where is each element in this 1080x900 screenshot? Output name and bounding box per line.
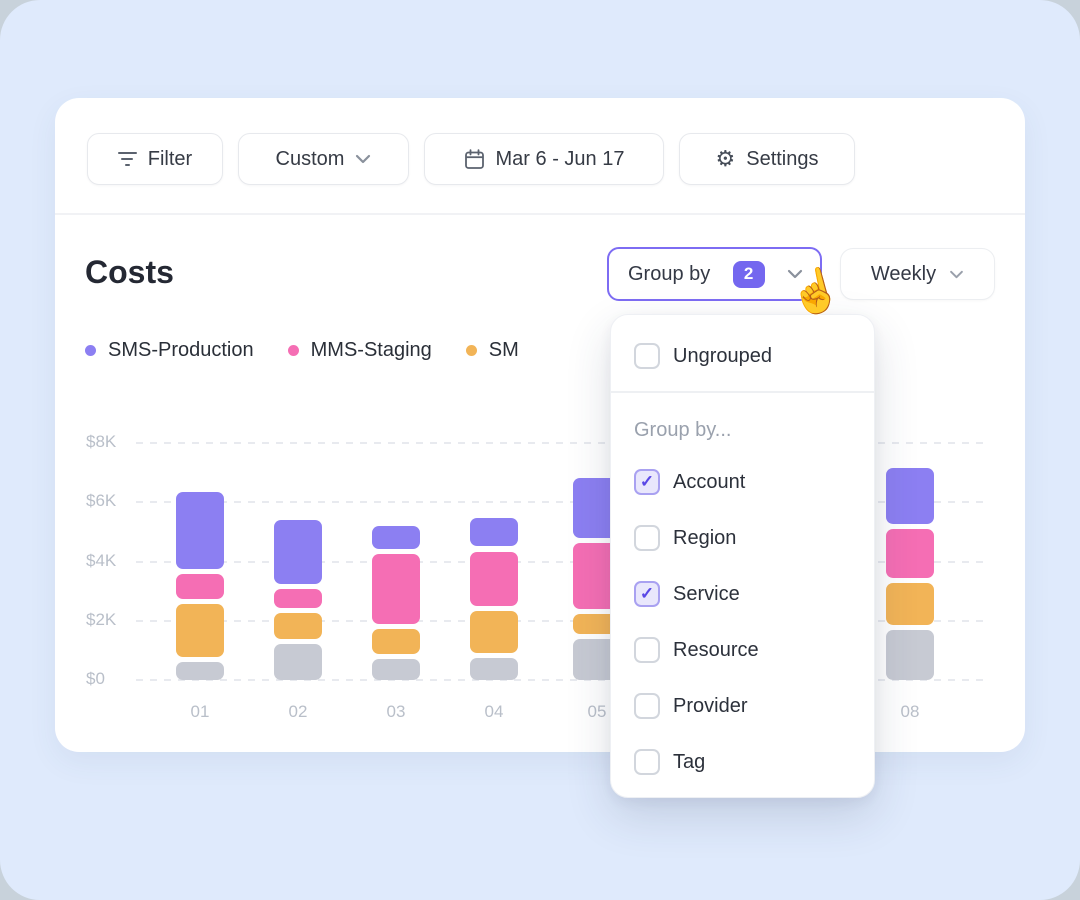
dropdown-item-service[interactable]: ✓ Service (611, 580, 874, 608)
date-range-button[interactable]: Mar 6 - Jun 17 (424, 133, 664, 185)
calendar-icon (464, 149, 485, 170)
resource-checkbox[interactable] (634, 637, 660, 663)
bar-segment-02-gray[interactable] (274, 644, 322, 680)
dropdown-item-provider[interactable]: Provider (611, 692, 874, 720)
provider-checkbox[interactable] (634, 693, 660, 719)
bar-segment-03-gray[interactable] (372, 659, 420, 680)
x-axis-label: 03 (366, 702, 426, 722)
legend-item-0[interactable]: SMS-Production (85, 339, 254, 362)
date-range-label: Mar 6 - Jun 17 (496, 148, 625, 171)
bar-segment-08-purple[interactable] (886, 468, 934, 524)
dropdown-item-ungrouped[interactable]: Ungrouped (611, 342, 874, 370)
filter-button[interactable]: Filter (87, 133, 223, 185)
legend-dot (288, 345, 299, 356)
interval-select-button[interactable]: Weekly (840, 248, 995, 300)
filter-lines-icon (118, 152, 137, 167)
dropdown-item-label: Account (673, 468, 745, 496)
toolbar-divider (55, 213, 1025, 215)
bar-segment-08-gray[interactable] (886, 630, 934, 680)
interval-label: Weekly (871, 263, 936, 286)
x-axis-label: 08 (880, 702, 940, 722)
app-background: Filter Custom Mar 6 - Jun 17 ⚙ Settings … (0, 0, 1080, 900)
bar-segment-08-orange[interactable] (886, 583, 934, 624)
group-by-button-label: Group by (628, 263, 710, 286)
bar-segment-03-pink[interactable] (372, 554, 420, 624)
bar-segment-04-purple[interactable] (470, 518, 518, 546)
dropdown-item-tag[interactable]: Tag (611, 748, 874, 776)
settings-button-label: Settings (746, 148, 818, 171)
y-axis-label: $2K (86, 610, 132, 630)
bar-segment-01-pink[interactable] (176, 574, 224, 599)
legend-label: SMS-Production (108, 339, 254, 362)
group-by-dropdown: Ungrouped Group by... ✓ Account Region ✓ Ser… (610, 314, 875, 798)
bar-segment-04-pink[interactable] (470, 552, 518, 607)
bar-segment-03-orange[interactable] (372, 629, 420, 654)
tag-checkbox[interactable] (634, 749, 660, 775)
dropdown-item-label: Resource (673, 636, 759, 664)
settings-button[interactable]: ⚙ Settings (679, 133, 855, 185)
y-axis-label: $8K (86, 432, 132, 452)
service-checkbox[interactable]: ✓ (634, 581, 660, 607)
dropdown-item-resource[interactable]: Resource (611, 636, 874, 664)
y-axis-label: $4K (86, 551, 132, 571)
ungrouped-label: Ungrouped (673, 342, 772, 370)
dropdown-divider (611, 391, 874, 393)
legend-item-2[interactable]: SM (466, 339, 519, 362)
legend-item-1[interactable]: MMS-Staging (288, 339, 432, 362)
x-axis-label: 04 (464, 702, 524, 722)
chevron-down-icon (355, 154, 371, 164)
page-title: Costs (85, 252, 174, 292)
legend-dot (466, 345, 477, 356)
gear-icon: ⚙ (716, 148, 736, 170)
bar-segment-03-purple[interactable] (372, 526, 420, 550)
bar-segment-02-orange[interactable] (274, 613, 322, 640)
bar-segment-08-pink[interactable] (886, 529, 934, 578)
bar-segment-01-orange[interactable] (176, 604, 224, 657)
dropdown-item-account[interactable]: ✓ Account (611, 468, 874, 496)
custom-button-label: Custom (276, 148, 345, 171)
bar-segment-04-gray[interactable] (470, 658, 518, 680)
filter-button-label: Filter (148, 148, 192, 171)
x-axis-label: 01 (170, 702, 230, 722)
group-by-count-badge: 2 (733, 261, 765, 288)
bar-segment-02-pink[interactable] (274, 589, 322, 608)
custom-range-button[interactable]: Custom (238, 133, 409, 185)
chart-legend: SMS-Production MMS-Staging SM (85, 339, 519, 362)
bar-segment-01-purple[interactable] (176, 492, 224, 569)
legend-label: SM (489, 339, 519, 362)
region-checkbox[interactable] (634, 525, 660, 551)
ungrouped-checkbox[interactable] (634, 343, 660, 369)
legend-label: MMS-Staging (311, 339, 432, 362)
y-axis-label: $6K (86, 491, 132, 511)
dropdown-item-label: Service (673, 580, 740, 608)
dropdown-item-label: Provider (673, 692, 747, 720)
toolbar: Filter Custom Mar 6 - Jun 17 ⚙ Settings (87, 133, 855, 185)
dropdown-item-label: Tag (673, 748, 705, 776)
bar-segment-02-purple[interactable] (274, 520, 322, 584)
bar-segment-01-gray[interactable] (176, 662, 224, 680)
chevron-down-icon (949, 270, 964, 279)
bar-segment-04-orange[interactable] (470, 611, 518, 652)
x-axis-label: 02 (268, 702, 328, 722)
legend-dot (85, 345, 96, 356)
dropdown-item-region[interactable]: Region (611, 524, 874, 552)
account-checkbox[interactable]: ✓ (634, 469, 660, 495)
dropdown-section-label: Group by... (634, 416, 731, 444)
dropdown-item-label: Region (673, 524, 736, 552)
y-axis-label: $0 (86, 669, 132, 689)
